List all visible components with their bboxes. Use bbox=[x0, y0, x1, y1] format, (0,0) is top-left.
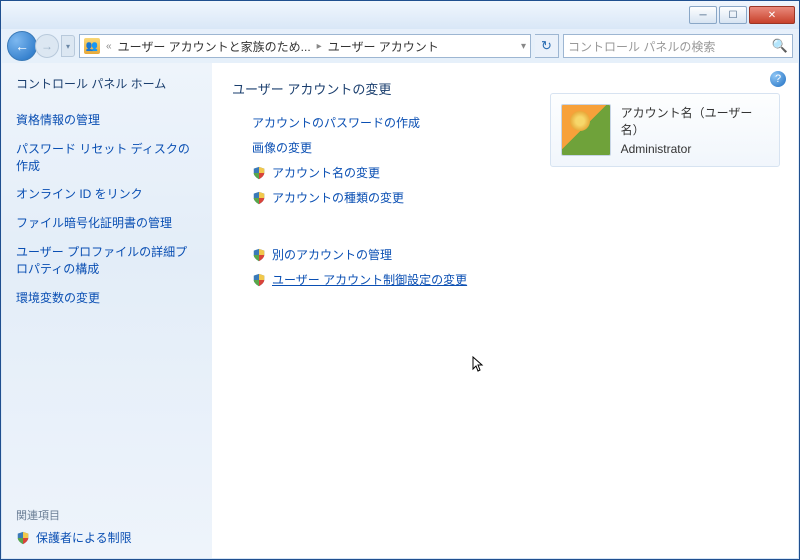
sidebar-link-online-id[interactable]: オンライン ID をリンク bbox=[16, 186, 198, 203]
search-icon[interactable]: 🔍 bbox=[772, 38, 788, 54]
shield-icon bbox=[252, 248, 266, 262]
chevron-down-icon[interactable]: ▾ bbox=[521, 41, 526, 52]
maximize-button[interactable]: ☐ bbox=[719, 6, 747, 24]
task-manage-other: 別のアカウントの管理 bbox=[252, 246, 778, 263]
sidebar-link-credentials[interactable]: 資格情報の管理 bbox=[16, 112, 198, 129]
related-link-parental[interactable]: 保護者による制限 bbox=[16, 529, 198, 546]
task-link-change-type[interactable]: アカウントの種類の変更 bbox=[272, 189, 404, 206]
search-box[interactable]: コントロール パネルの検索 🔍 bbox=[563, 34, 793, 58]
account-name: アカウント名（ユーザー名） bbox=[621, 104, 769, 138]
task-change-type: アカウントの種類の変更 bbox=[252, 189, 778, 206]
help-icon[interactable]: ? bbox=[770, 71, 786, 87]
task-link-manage-other[interactable]: 別のアカウントの管理 bbox=[272, 246, 392, 263]
account-role: Administrator bbox=[621, 142, 769, 156]
chevron-right-icon: ▸ bbox=[317, 41, 322, 52]
address-bar[interactable]: 👥 « ユーザー アカウントと家族のため... ▸ ユーザー アカウント ▾ bbox=[79, 34, 531, 58]
task-link-uac-settings[interactable]: ユーザー アカウント制御設定の変更 bbox=[272, 271, 467, 288]
nav-toolbar: ← → ▾ 👥 « ユーザー アカウントと家族のため... ▸ ユーザー アカウ… bbox=[1, 29, 799, 63]
task-link-change-name[interactable]: アカウント名の変更 bbox=[272, 164, 380, 181]
sidebar-link-profile-properties[interactable]: ユーザー プロファイルの詳細プロパティの構成 bbox=[16, 244, 198, 278]
account-text: アカウント名（ユーザー名） Administrator bbox=[621, 104, 769, 156]
account-card: アカウント名（ユーザー名） Administrator bbox=[550, 93, 780, 167]
related-items-header: 関連項目 bbox=[16, 507, 198, 523]
sidebar-link-file-encryption[interactable]: ファイル暗号化証明書の管理 bbox=[16, 215, 198, 232]
cursor-icon bbox=[467, 355, 485, 377]
search-placeholder: コントロール パネルの検索 bbox=[568, 38, 772, 55]
shield-icon bbox=[16, 531, 30, 545]
avatar[interactable] bbox=[561, 104, 611, 156]
breadcrumb-segment-2[interactable]: ユーザー アカウント bbox=[328, 38, 439, 55]
close-button[interactable]: ✕ bbox=[749, 6, 795, 24]
shield-icon bbox=[252, 191, 266, 205]
task-link-create-password[interactable]: アカウントのパスワードの作成 bbox=[252, 114, 420, 131]
task-uac-settings: ユーザー アカウント制御設定の変更 bbox=[252, 271, 778, 288]
control-panel-home-link[interactable]: コントロール パネル ホーム bbox=[16, 75, 198, 92]
sidebar-link-env-vars[interactable]: 環境変数の変更 bbox=[16, 290, 198, 307]
task-link-change-picture[interactable]: 画像の変更 bbox=[252, 139, 312, 156]
minimize-button[interactable]: ─ bbox=[689, 6, 717, 24]
nav-history-dropdown[interactable]: ▾ bbox=[61, 35, 75, 57]
back-button[interactable]: ← bbox=[7, 31, 37, 61]
content-body: コントロール パネル ホーム 資格情報の管理 パスワード リセット ディスクの作… bbox=[2, 63, 798, 558]
control-panel-window: ─ ☐ ✕ ← → ▾ 👥 « ユーザー アカウントと家族のため... ▸ ユー… bbox=[0, 0, 800, 560]
users-icon: 👥 bbox=[84, 38, 100, 54]
shield-icon bbox=[252, 273, 266, 287]
forward-button: → bbox=[35, 34, 59, 58]
chevron-icon: « bbox=[106, 41, 112, 52]
shield-icon bbox=[252, 166, 266, 180]
task-group-2: 別のアカウントの管理 ユーザー アカウント制御設定の変更 bbox=[252, 246, 778, 288]
nav-buttons: ← → ▾ bbox=[7, 31, 75, 61]
sidebar: コントロール パネル ホーム 資格情報の管理 パスワード リセット ディスクの作… bbox=[2, 63, 212, 558]
refresh-button[interactable]: ↻ bbox=[535, 34, 559, 58]
related-link-label: 保護者による制限 bbox=[36, 529, 132, 546]
titlebar: ─ ☐ ✕ bbox=[1, 1, 799, 29]
breadcrumb-segment-1[interactable]: ユーザー アカウントと家族のため... bbox=[118, 38, 311, 55]
sidebar-link-password-reset[interactable]: パスワード リセット ディスクの作成 bbox=[16, 141, 198, 175]
main-panel: ? ユーザー アカウントの変更 アカウントのパスワードの作成 画像の変更 アカウ… bbox=[212, 63, 798, 558]
